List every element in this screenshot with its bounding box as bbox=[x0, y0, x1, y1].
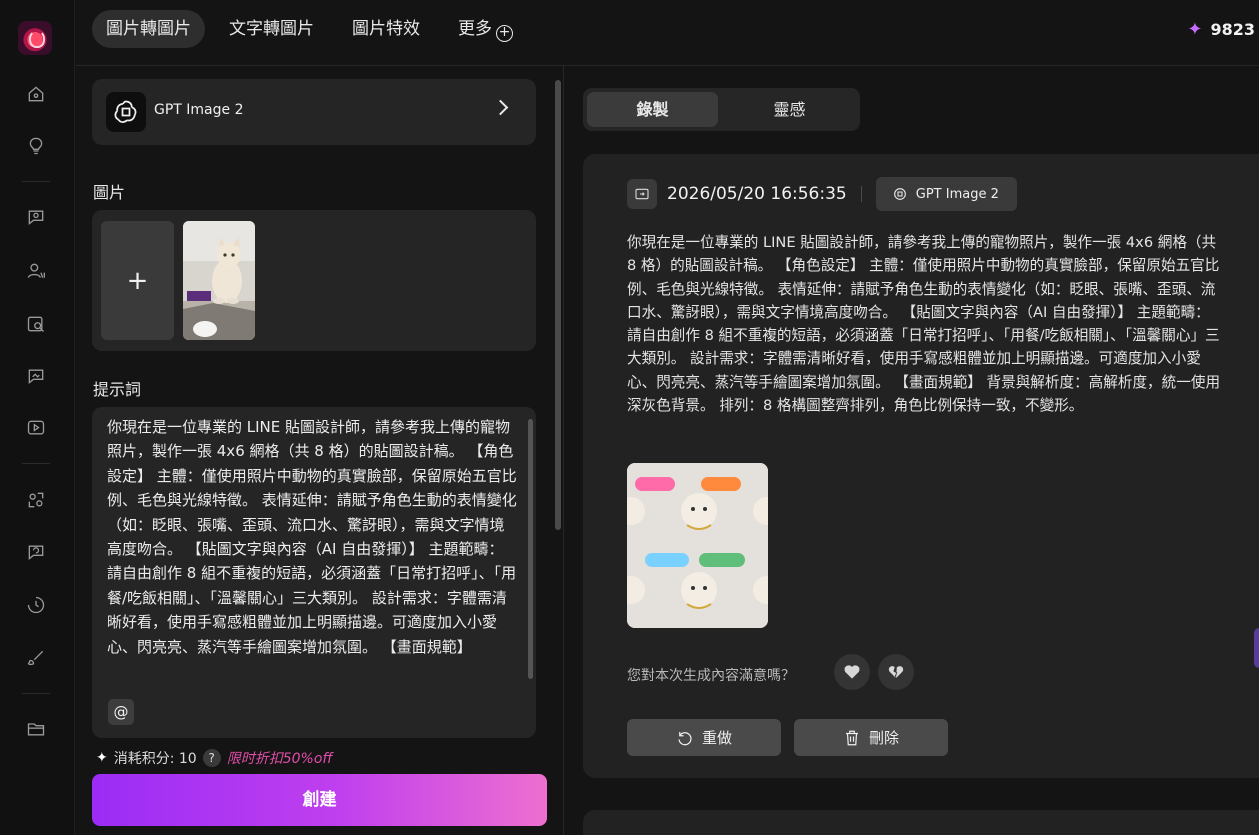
face-swap-icon[interactable] bbox=[22, 486, 50, 514]
tab-image-to-image[interactable]: 圖片轉圖片 bbox=[92, 10, 205, 48]
image-to-image-icon bbox=[627, 179, 657, 209]
tab-text-to-image[interactable]: 文字轉圖片 bbox=[215, 10, 328, 48]
video-icon[interactable] bbox=[22, 414, 50, 442]
generation-record-card: 2026/05/20 16:56:35 GPT Image 2 你現在是一位專業… bbox=[583, 154, 1259, 778]
sparkle-icon: ✦ bbox=[96, 750, 108, 766]
like-button[interactable] bbox=[834, 654, 870, 690]
trash-icon bbox=[845, 730, 858, 745]
cost-row: ✦ 消耗积分: 10 ? 限时折扣50%off bbox=[96, 748, 333, 768]
create-button[interactable]: 創建 bbox=[92, 774, 547, 826]
tab-more[interactable]: 更多 + bbox=[444, 10, 527, 48]
sparkle-icon: ✦ bbox=[1187, 18, 1203, 40]
record-prompt-text: 你現在是一位專業的 LINE 貼圖設計師，請參考我上傳的寵物照片，製作一張 4x… bbox=[627, 234, 1221, 415]
rail-divider bbox=[22, 181, 50, 182]
model-selector[interactable]: GPT Image 2 bbox=[92, 79, 536, 145]
floating-edge-widget[interactable] bbox=[1254, 628, 1259, 668]
next-record-card bbox=[583, 810, 1259, 835]
top-bar: 圖片轉圖片 文字轉圖片 圖片特效 更多 + ✦ 9823 bbox=[76, 0, 1259, 66]
chevron-right-icon bbox=[492, 99, 509, 116]
image-section-label: 圖片 bbox=[93, 183, 126, 202]
tab-more-label: 更多 bbox=[458, 19, 492, 39]
lightbulb-icon[interactable] bbox=[22, 132, 50, 160]
cost-label: 消耗积分: 10 bbox=[113, 751, 197, 767]
sticker-grid-image bbox=[627, 463, 768, 628]
folder-icon[interactable] bbox=[22, 715, 50, 743]
record-timestamp: 2026/05/20 16:56:35 bbox=[667, 184, 847, 204]
tab-inspiration[interactable]: 靈感 bbox=[724, 92, 855, 127]
tab-image-effects[interactable]: 圖片特效 bbox=[338, 10, 434, 48]
prompt-scrollbar[interactable] bbox=[528, 419, 533, 679]
meta-divider bbox=[860, 186, 862, 202]
add-image-button[interactable]: + bbox=[101, 221, 174, 340]
delete-button[interactable]: 刪除 bbox=[794, 719, 948, 756]
home-icon[interactable] bbox=[22, 80, 50, 108]
feedback-question: 您對本次生成內容滿意嗎？ bbox=[627, 668, 795, 684]
help-icon[interactable]: ? bbox=[202, 749, 221, 767]
record-model-badge: GPT Image 2 bbox=[875, 177, 1017, 211]
app-logo[interactable] bbox=[18, 21, 52, 55]
panel-scrollbar[interactable] bbox=[555, 80, 561, 530]
mention-button[interactable]: @ bbox=[108, 699, 134, 725]
record-model-name: GPT Image 2 bbox=[915, 186, 999, 202]
generated-image[interactable] bbox=[627, 463, 768, 628]
prompt-text[interactable]: 你現在是一位專業的 LINE 貼圖設計師，請參考我上傳的寵物照片，製作一張 4x… bbox=[107, 415, 517, 659]
dislike-button[interactable] bbox=[878, 654, 914, 690]
model-name: GPT Image 2 bbox=[154, 102, 244, 118]
uploaded-image-thumbnail[interactable] bbox=[183, 221, 255, 340]
broken-heart-icon bbox=[888, 665, 904, 679]
tab-records[interactable]: 錄製 bbox=[587, 92, 718, 127]
openai-icon bbox=[893, 188, 906, 200]
chat-image-icon[interactable] bbox=[22, 362, 50, 390]
prompt-section-label: 提示詞 bbox=[93, 380, 142, 399]
chat-image-icon[interactable] bbox=[22, 203, 50, 231]
delete-label: 刪除 bbox=[868, 729, 899, 747]
redo-button[interactable]: 重做 bbox=[627, 719, 781, 756]
prompt-textarea[interactable]: 你現在是一位專業的 LINE 貼圖設計師，請參考我上傳的寵物照片，製作一張 4x… bbox=[92, 407, 536, 738]
rail-divider bbox=[22, 693, 50, 694]
cat-photo-image bbox=[183, 221, 255, 340]
left-rail bbox=[0, 0, 75, 835]
brush-icon[interactable] bbox=[22, 644, 50, 672]
view-switcher: 錄製 靈感 bbox=[583, 88, 860, 131]
rail-divider bbox=[22, 463, 50, 464]
image-upload-area: + bbox=[92, 210, 536, 351]
heart-icon bbox=[844, 665, 860, 679]
redo-icon bbox=[678, 731, 692, 745]
image-search-icon[interactable] bbox=[22, 310, 50, 338]
ai-avatar-icon[interactable] bbox=[22, 257, 50, 285]
plus-circle-icon: + bbox=[496, 25, 513, 42]
promo-badge: 限时折扣50%off bbox=[226, 751, 333, 767]
openai-icon bbox=[106, 92, 146, 132]
chat-refresh-icon[interactable] bbox=[22, 538, 50, 566]
credits-count: 9823 bbox=[1210, 19, 1255, 39]
record-meta: 2026/05/20 16:56:35 GPT Image 2 bbox=[627, 177, 1017, 211]
credits-display[interactable]: ✦ 9823 bbox=[1187, 18, 1255, 40]
history-icon[interactable] bbox=[22, 591, 50, 619]
redo-label: 重做 bbox=[701, 729, 732, 747]
generation-panel: GPT Image 2 圖片 + 提示詞 你現在是一位專業的 LINE 貼圖設計… bbox=[76, 66, 564, 835]
plus-icon: + bbox=[126, 265, 149, 296]
